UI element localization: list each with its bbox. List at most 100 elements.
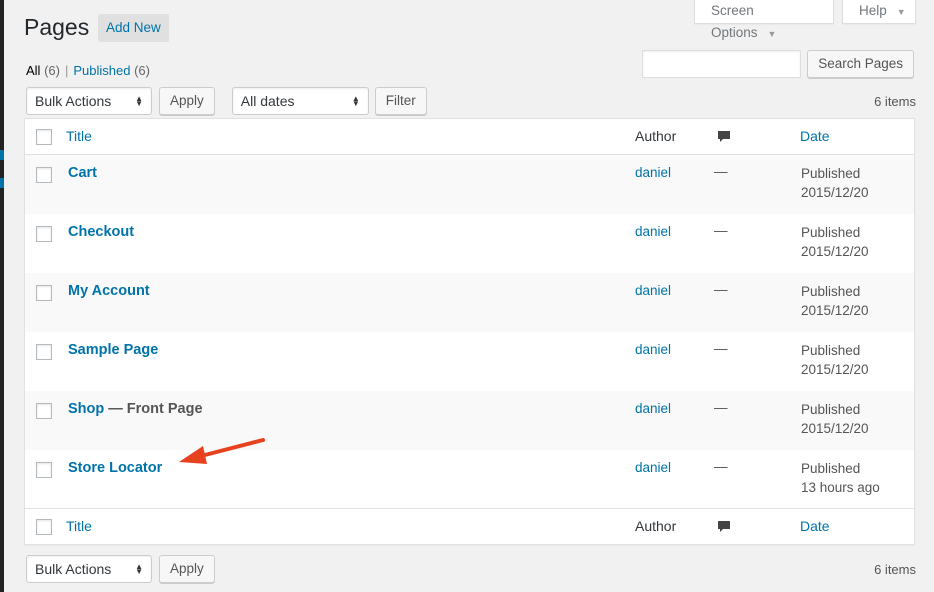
screen-meta-links: Screen Options ▼ Help ▼: [694, 0, 916, 40]
date-status: Published: [801, 225, 861, 240]
table-row: Cart daniel — Published 2015/12/20: [25, 155, 914, 214]
date-value: 2015/12/20: [801, 421, 869, 436]
author-link[interactable]: daniel: [635, 342, 671, 357]
screen-options-tab[interactable]: Screen Options ▼: [694, 0, 834, 40]
date-value: 2015/12/20: [801, 185, 869, 200]
page-state-label: — Front Page: [104, 401, 203, 417]
tablenav-bottom: Bulk Actions ▲ ▼ Apply: [26, 555, 215, 583]
date-status: Published: [801, 284, 861, 299]
comment-bubble-icon: [718, 131, 730, 142]
select-arrows-icon: ▲ ▼: [351, 94, 360, 108]
author-link[interactable]: daniel: [635, 165, 671, 180]
help-label: Help: [859, 3, 887, 18]
table-row: Store Locator daniel — Published 13 hours…: [25, 450, 914, 509]
view-published-count: (6): [134, 63, 150, 78]
comments-count: —: [714, 459, 728, 474]
row-checkbox[interactable]: [36, 167, 52, 183]
page-title-cell: Shop — Front Page: [68, 401, 203, 417]
date-value: 2015/12/20: [801, 244, 869, 259]
author-link[interactable]: daniel: [635, 460, 671, 475]
date-value: 13 hours ago: [801, 480, 880, 495]
page-title-link[interactable]: Cart: [68, 165, 97, 181]
page-title-link[interactable]: Shop: [68, 401, 104, 417]
comments-count: —: [714, 400, 728, 415]
title-column-sort[interactable]: Title: [66, 128, 92, 144]
view-all-label: All: [26, 63, 41, 78]
date-column-sort[interactable]: Date: [800, 518, 830, 534]
bulk-actions-value: Bulk Actions: [35, 561, 112, 577]
caret-down-icon: ▼: [767, 29, 777, 39]
bulk-actions-select[interactable]: Bulk Actions ▲ ▼: [26, 555, 152, 583]
filter-button[interactable]: Filter: [374, 87, 427, 115]
apply-button[interactable]: Apply: [159, 87, 215, 115]
date-status: Published: [801, 343, 861, 358]
search-input[interactable]: [642, 50, 802, 78]
comments-count: —: [714, 341, 728, 356]
comments-count: —: [714, 223, 728, 238]
row-checkbox[interactable]: [36, 285, 52, 301]
date-column-sort[interactable]: Date: [800, 128, 830, 144]
help-tab[interactable]: Help ▼: [842, 0, 916, 24]
caret-down-icon: ▼: [896, 7, 906, 17]
select-arrows-icon: ▲ ▼: [135, 562, 143, 576]
row-checkbox[interactable]: [36, 344, 52, 360]
date-status: Published: [801, 402, 861, 417]
author-link[interactable]: daniel: [635, 401, 671, 416]
table-row: Sample Page daniel — Published 2015/12/20: [25, 332, 914, 391]
admin-menu-edge: [0, 0, 4, 592]
date-cell: Published 2015/12/20: [801, 400, 869, 438]
date-cell: Published 2015/12/20: [801, 164, 869, 202]
view-published-label: Published: [73, 63, 131, 78]
row-checkbox[interactable]: [36, 226, 52, 242]
page-title-link[interactable]: Checkout: [68, 224, 134, 240]
page-title-link[interactable]: Sample Page: [68, 342, 158, 358]
bulk-actions-value: Bulk Actions: [35, 93, 112, 109]
view-all-count: (6): [44, 63, 60, 78]
author-column-header: Author: [635, 128, 677, 144]
author-link[interactable]: daniel: [635, 283, 671, 298]
page-title: Pages: [24, 14, 90, 40]
author-column-header: Author: [635, 518, 677, 534]
select-all-checkbox[interactable]: [36, 129, 52, 145]
page-title-link[interactable]: My Account: [68, 283, 150, 299]
date-value: 2015/12/20: [801, 362, 869, 377]
screen-options-label: Screen Options: [711, 3, 758, 40]
menu-edge-marker: [0, 150, 4, 160]
comments-count: —: [714, 164, 728, 179]
menu-edge-marker: [0, 178, 4, 188]
date-cell: Published 13 hours ago: [801, 459, 880, 497]
view-separator: |: [64, 63, 69, 78]
page-title-link[interactable]: Store Locator: [68, 460, 162, 476]
view-published-link[interactable]: Published (6): [73, 63, 150, 78]
add-new-button[interactable]: Add New: [98, 14, 169, 42]
date-cell: Published 2015/12/20: [801, 341, 869, 379]
pages-table: Title Author Date Cart daniel — Publishe…: [24, 118, 915, 545]
row-checkbox[interactable]: [36, 403, 52, 419]
search-box: Search Pages: [642, 50, 914, 78]
row-checkbox[interactable]: [36, 462, 52, 478]
tablenav-top: Bulk Actions ▲ ▼ Apply All dates ▲ ▼ Filte…: [26, 87, 427, 115]
date-cell: Published 2015/12/20: [801, 282, 869, 320]
items-count-top: 6 items: [874, 94, 916, 109]
date-cell: Published 2015/12/20: [801, 223, 869, 261]
comment-bubble-icon: [718, 521, 730, 532]
view-all-link[interactable]: All (6): [26, 63, 60, 78]
table-header: Title Author Date: [25, 119, 914, 155]
select-all-checkbox[interactable]: [36, 519, 52, 535]
table-footer: Title Author Date: [25, 508, 914, 544]
bulk-actions-select[interactable]: Bulk Actions ▲ ▼: [26, 87, 152, 115]
items-count-bottom: 6 items: [874, 562, 916, 577]
select-arrows-icon: ▲ ▼: [135, 94, 143, 108]
author-link[interactable]: daniel: [635, 224, 671, 239]
dates-value: All dates: [240, 93, 295, 109]
date-value: 2015/12/20: [801, 303, 869, 318]
dates-select[interactable]: All dates ▲ ▼: [231, 87, 369, 115]
date-status: Published: [801, 166, 861, 181]
search-pages-button[interactable]: Search Pages: [807, 50, 914, 78]
title-column-sort[interactable]: Title: [66, 518, 92, 534]
comments-count: —: [714, 282, 728, 297]
apply-button[interactable]: Apply: [159, 555, 215, 583]
date-status: Published: [801, 461, 861, 476]
view-filters: All (6) | Published (6): [26, 63, 150, 78]
table-row: Shop — Front Page daniel — Published 2015…: [25, 391, 914, 450]
